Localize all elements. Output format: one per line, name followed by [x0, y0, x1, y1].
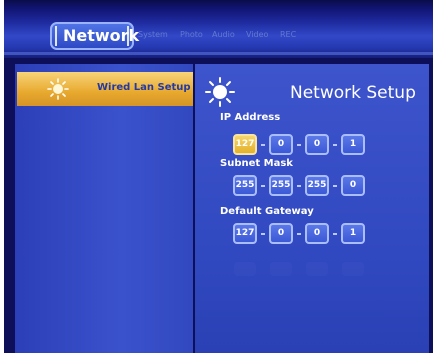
sun-icon [47, 78, 69, 100]
ip-address-octet-2[interactable]: 0 [269, 134, 293, 155]
octet-separator [261, 185, 265, 187]
octet-separator [333, 144, 337, 146]
octet-separator [297, 144, 301, 146]
default-gateway-octet-1[interactable]: 127 [233, 223, 257, 244]
octet-separator [333, 185, 337, 187]
subnet-mask-label: Subnet Mask [220, 158, 293, 169]
reflection [342, 262, 364, 276]
sidebar-item-label: Wired Lan Setup [97, 82, 191, 93]
tab-network[interactable]: Network [50, 22, 139, 50]
octet-separator [261, 144, 265, 146]
tab-system[interactable]: System [138, 30, 168, 39]
ip-address-octet-4[interactable]: 1 [341, 134, 365, 155]
octet-separator [297, 185, 301, 187]
subnet-mask-octet-4[interactable]: 0 [341, 175, 365, 196]
default-gateway-octet-4[interactable]: 1 [341, 223, 365, 244]
ip-address-octet-1[interactable]: 127 [233, 134, 257, 155]
ip-address-label: IP Address [220, 112, 281, 123]
menu-bar-divider [4, 52, 433, 55]
page-title: Network Setup [290, 83, 416, 103]
reflection [234, 262, 256, 276]
octet-separator [261, 233, 265, 235]
ip-address-octet-3[interactable]: 0 [305, 134, 329, 155]
octet-separator [297, 233, 301, 235]
network-setup-panel: Network Setup IP Address 127 0 0 1 Subne… [195, 64, 429, 353]
default-gateway-label: Default Gateway [220, 206, 314, 217]
tab-right-marker [127, 26, 129, 46]
tab-audio[interactable]: Audio [212, 30, 235, 39]
reflection [306, 262, 328, 276]
tv-screen: Network System Photo Audio Video REC Wir… [4, 0, 433, 353]
subnet-mask-octet-3[interactable]: 255 [305, 175, 329, 196]
default-gateway-octet-2[interactable]: 0 [269, 223, 293, 244]
default-gateway-octet-3[interactable]: 0 [305, 223, 329, 244]
reflection [270, 262, 292, 276]
subnet-mask-octet-2[interactable]: 255 [269, 175, 293, 196]
octet-separator [333, 233, 337, 235]
sidebar: Wired Lan Setup [15, 64, 193, 353]
sidebar-item-wired-lan-setup[interactable]: Wired Lan Setup [17, 72, 193, 106]
tab-rec[interactable]: REC [280, 30, 296, 39]
tab-video[interactable]: Video [246, 30, 268, 39]
subnet-mask-octet-1[interactable]: 255 [233, 175, 257, 196]
tab-left-marker [55, 26, 57, 46]
tab-photo[interactable]: Photo [180, 30, 203, 39]
sun-icon [205, 77, 235, 107]
top-menu-bar: Network System Photo Audio Video REC [4, 0, 433, 58]
